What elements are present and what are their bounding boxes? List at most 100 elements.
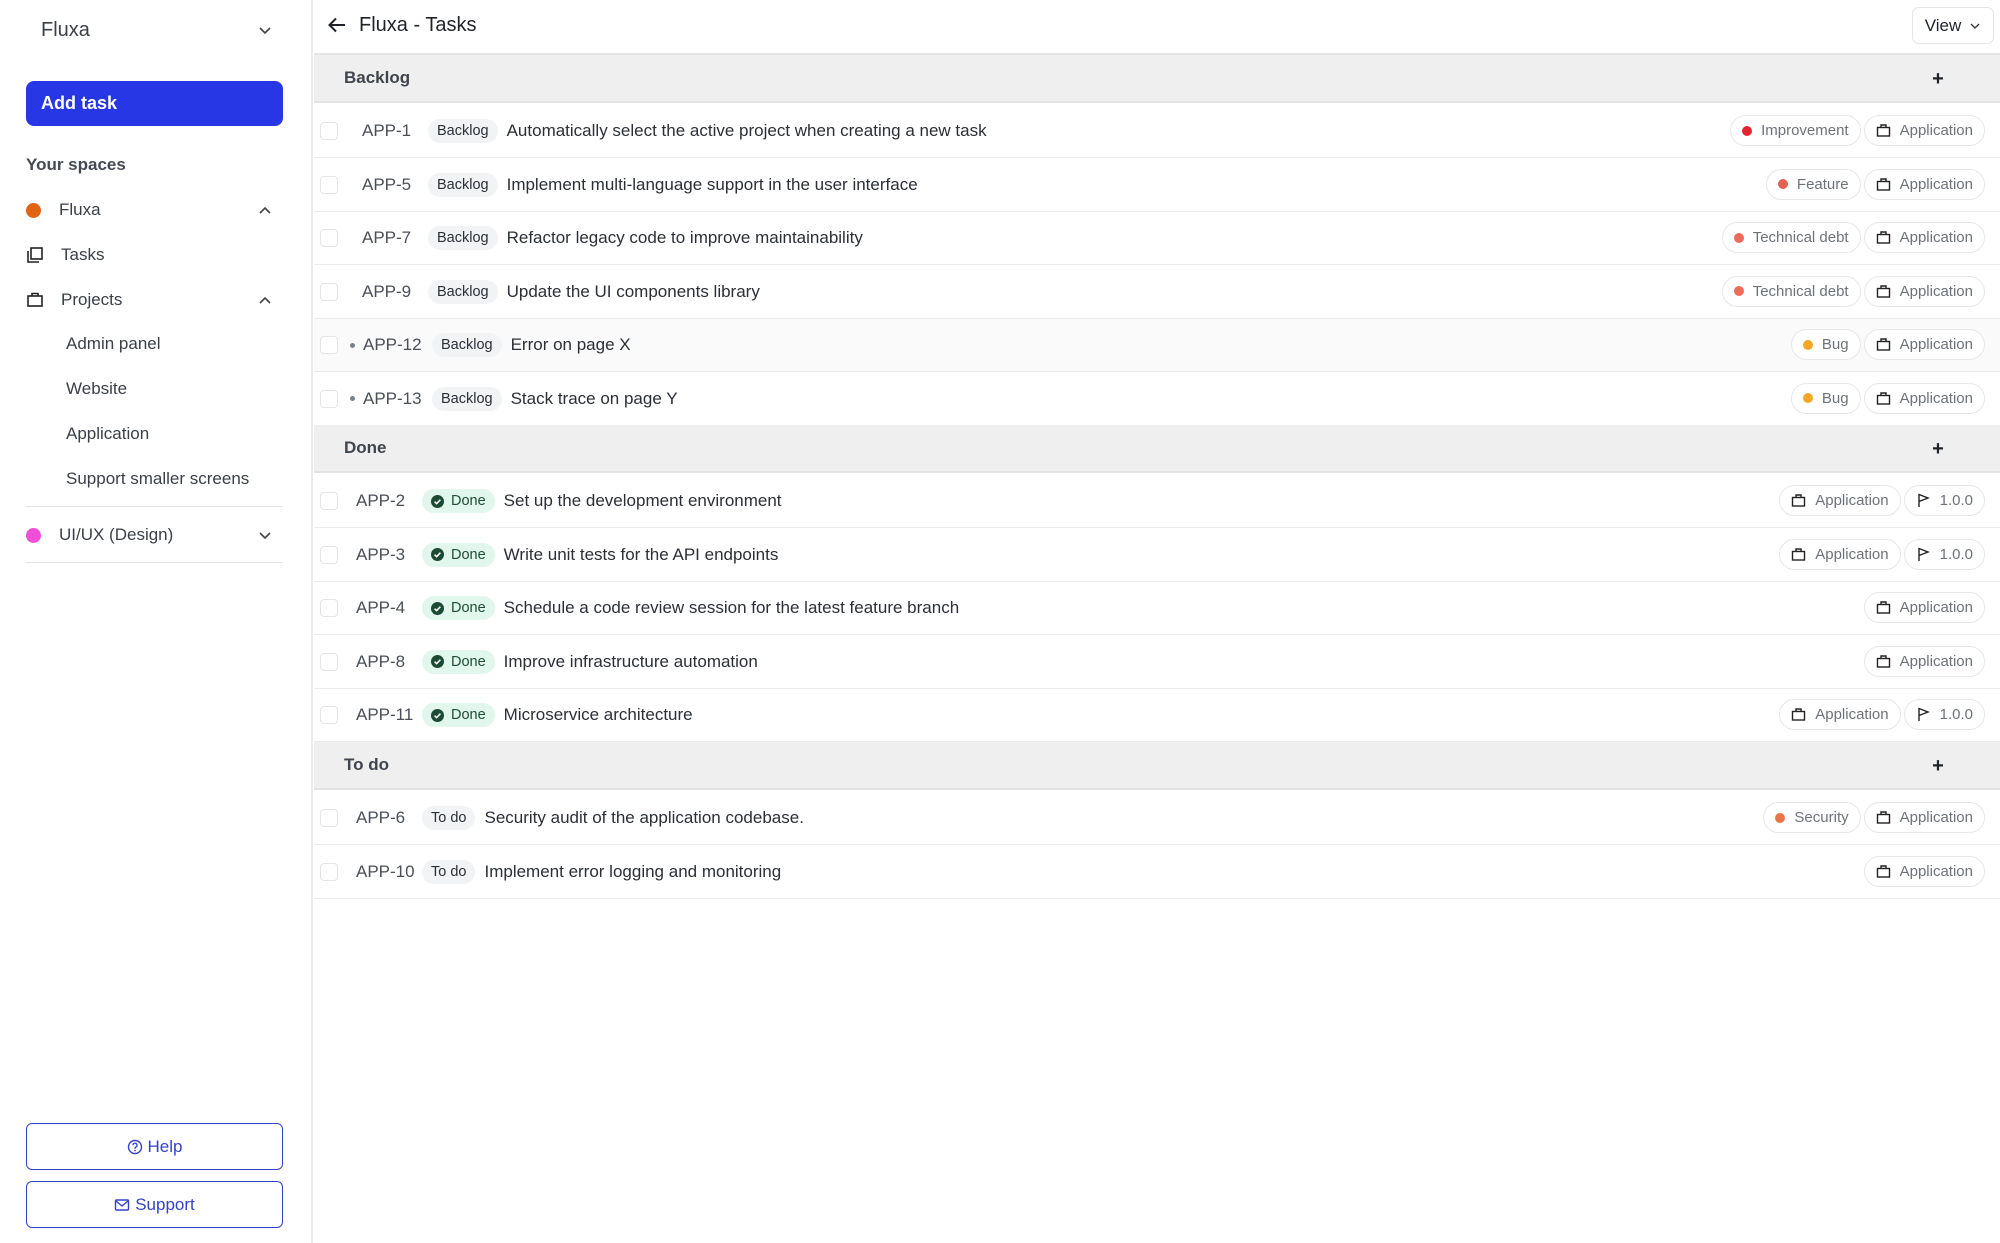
task-key[interactable]: APP-2: [356, 491, 422, 511]
task-key[interactable]: APP-7: [362, 228, 428, 248]
task-key[interactable]: APP-13: [363, 389, 432, 409]
project-admin-panel[interactable]: Admin panel: [66, 334, 161, 354]
project-pill[interactable]: Application: [1863, 592, 1985, 623]
status-badge[interactable]: To do: [422, 859, 476, 884]
task-checkbox[interactable]: [320, 545, 338, 564]
task-key[interactable]: APP-4: [356, 598, 422, 618]
task-row[interactable]: APP-1 Backlog Automatically select the act…: [314, 105, 2000, 158]
task-checkbox[interactable]: [320, 282, 338, 301]
task-key[interactable]: APP-5: [362, 175, 428, 195]
status-badge[interactable]: Backlog: [428, 172, 498, 197]
task-key[interactable]: APP-6: [356, 808, 422, 828]
status-badge[interactable]: Backlog: [428, 119, 498, 143]
task-title[interactable]: Implement multi-language support in the …: [507, 175, 918, 195]
task-row[interactable]: APP-10 To do Implement error logging and m…: [314, 845, 2000, 899]
status-badge[interactable]: Done: [422, 596, 495, 620]
label-pill[interactable]: Technical debt: [1721, 222, 1861, 253]
task-title[interactable]: Update the UI components library: [507, 282, 760, 302]
task-title[interactable]: Error on page X: [511, 335, 631, 355]
task-row[interactable]: APP-12 Backlog Error on page X Bug Applicati…: [314, 319, 2000, 372]
task-title[interactable]: Microservice architecture: [504, 705, 693, 725]
task-checkbox[interactable]: [320, 122, 338, 140]
task-row[interactable]: APP-13 Backlog Stack trace on page Y Bug App…: [314, 372, 2000, 426]
space-fluxa[interactable]: Fluxa: [26, 195, 283, 225]
label-pill[interactable]: Security: [1763, 802, 1861, 833]
task-checkbox[interactable]: [320, 229, 338, 247]
support-button[interactable]: Support: [26, 1181, 283, 1228]
project-website[interactable]: Website: [66, 379, 127, 399]
project-pill[interactable]: Application: [1779, 538, 1901, 570]
task-checkbox[interactable]: [320, 652, 338, 671]
project-pill[interactable]: Application: [1863, 222, 1985, 253]
task-row[interactable]: APP-5 Backlog Implement multi-language sup…: [314, 158, 2000, 212]
task-title[interactable]: Refactor legacy code to improve maintain…: [507, 228, 863, 248]
task-checkbox[interactable]: [320, 599, 338, 617]
project-pill[interactable]: Application: [1863, 168, 1985, 200]
project-pill[interactable]: Application: [1863, 382, 1985, 414]
task-title[interactable]: Schedule a code review session for the l…: [504, 598, 960, 618]
task-title[interactable]: Implement error logging and monitoring: [484, 862, 781, 882]
task-key[interactable]: APP-10: [356, 862, 422, 882]
status-badge[interactable]: Done: [422, 489, 495, 513]
project-pill[interactable]: Application: [1863, 855, 1985, 887]
chevron-down-icon[interactable]: [257, 527, 273, 543]
task-checkbox[interactable]: [320, 175, 338, 194]
task-row[interactable]: APP-7 Backlog Refactor legacy code to impr…: [314, 212, 2000, 265]
task-checkbox[interactable]: [320, 336, 338, 354]
task-row[interactable]: APP-11 Done Microservice architecture Appli…: [314, 689, 2000, 742]
task-checkbox[interactable]: [320, 389, 338, 408]
task-checkbox[interactable]: [320, 809, 338, 827]
task-row[interactable]: APP-4 Done Schedule a code review session …: [314, 582, 2000, 635]
project-application[interactable]: Application: [66, 424, 149, 444]
project-pill[interactable]: Application: [1863, 802, 1985, 833]
status-badge[interactable]: Done: [422, 649, 495, 674]
project-pill[interactable]: Application: [1863, 275, 1985, 307]
task-checkbox[interactable]: [320, 706, 338, 724]
sidebar-item-projects[interactable]: Projects: [26, 285, 283, 315]
task-key[interactable]: APP-3: [356, 545, 422, 565]
add-task-to-group-button[interactable]: +: [1926, 754, 1950, 778]
project-pill[interactable]: Application: [1779, 485, 1901, 516]
task-title[interactable]: Stack trace on page Y: [511, 389, 678, 409]
task-row[interactable]: APP-2 Done Set up the development environm…: [314, 475, 2000, 528]
version-pill[interactable]: 1.0.0: [1903, 485, 1985, 516]
project-pill[interactable]: Application: [1863, 645, 1985, 677]
task-row[interactable]: APP-6 To do Security audit of the applicat…: [314, 792, 2000, 845]
task-row[interactable]: APP-3 Done Write unit tests for the API en…: [314, 528, 2000, 582]
project-pill[interactable]: Application: [1863, 115, 1985, 146]
task-title[interactable]: Set up the development environment: [504, 491, 782, 511]
space-ui-ux-design[interactable]: UI/UX (Design): [26, 520, 283, 550]
add-task-to-group-button[interactable]: +: [1926, 67, 1950, 91]
project-pill[interactable]: Application: [1863, 329, 1985, 360]
task-key[interactable]: APP-9: [362, 282, 428, 302]
version-pill[interactable]: 1.0.0: [1903, 699, 1985, 730]
version-pill[interactable]: 1.0.0: [1903, 538, 1985, 570]
status-badge[interactable]: Backlog: [428, 279, 498, 304]
chevron-up-icon[interactable]: [257, 202, 273, 218]
task-title[interactable]: Automatically select the active project …: [507, 121, 987, 141]
status-badge[interactable]: Done: [422, 703, 495, 727]
status-badge[interactable]: Backlog: [428, 226, 498, 250]
task-title[interactable]: Security audit of the application codeba…: [484, 808, 803, 828]
task-key[interactable]: APP-11: [356, 705, 422, 725]
workspace-switcher[interactable]: Fluxa: [41, 14, 273, 46]
status-badge[interactable]: Done: [422, 542, 495, 567]
add-task-button[interactable]: Add task: [26, 81, 283, 126]
task-checkbox[interactable]: [320, 492, 338, 510]
task-key[interactable]: APP-1: [362, 121, 428, 141]
task-checkbox[interactable]: [320, 862, 338, 881]
task-title[interactable]: Write unit tests for the API endpoints: [504, 545, 779, 565]
sidebar-item-tasks[interactable]: Tasks: [26, 240, 283, 270]
help-button[interactable]: Help: [26, 1123, 283, 1170]
task-title[interactable]: Improve infrastructure automation: [504, 652, 758, 672]
status-badge[interactable]: Backlog: [432, 386, 502, 411]
task-key[interactable]: APP-8: [356, 652, 422, 672]
view-button[interactable]: View: [1912, 7, 1994, 44]
task-row[interactable]: APP-8 Done Improve infrastructure automati…: [314, 635, 2000, 689]
task-key[interactable]: APP-12: [363, 335, 432, 355]
back-arrow-icon[interactable]: [326, 14, 348, 36]
label-pill[interactable]: Bug: [1790, 382, 1861, 414]
task-row[interactable]: APP-9 Backlog Update the UI components lib…: [314, 265, 2000, 319]
label-pill[interactable]: Technical debt: [1721, 275, 1861, 307]
label-pill[interactable]: Improvement: [1730, 115, 1861, 146]
